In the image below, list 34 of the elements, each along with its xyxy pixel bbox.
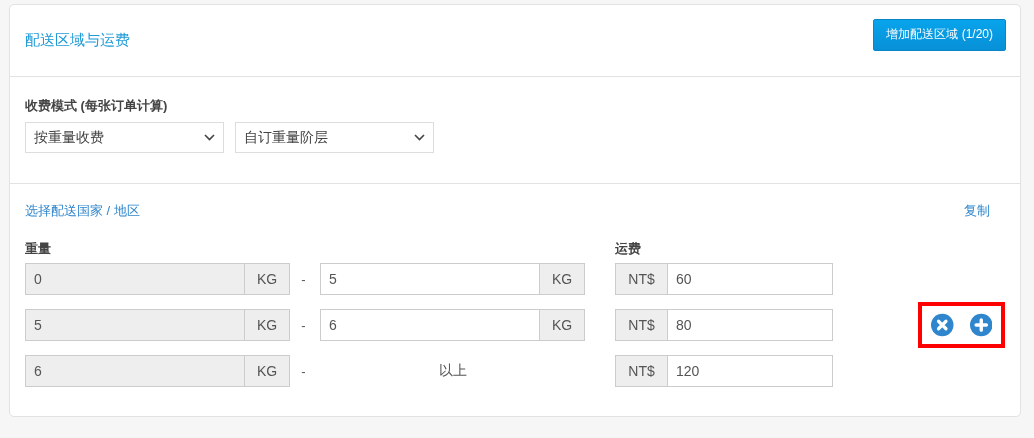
add-icon[interactable] — [969, 313, 992, 337]
column-header: 运费 — [615, 240, 642, 258]
copy-link[interactable]: 复制 — [964, 202, 990, 220]
unit-label: KG — [540, 309, 585, 341]
fee-mode-label: 收费模式 (每张订单计算) — [25, 97, 169, 115]
readonly-field: 6 — [25, 355, 245, 387]
unit-label: KG — [245, 309, 290, 341]
currency-label: NT$ — [615, 355, 667, 387]
readonly-field: 5 — [25, 309, 245, 341]
readonly-field: 0 — [25, 263, 245, 295]
dash-text: - — [300, 317, 307, 333]
region-link[interactable]: 选择配送国家 / 地区 — [25, 202, 140, 220]
dropdown-value: 按重量收费 — [34, 128, 104, 147]
column-header: 重量 — [25, 240, 52, 258]
input-field[interactable]: 60 — [667, 263, 833, 295]
input-field[interactable]: 80 — [667, 309, 833, 341]
dash-text: - — [300, 271, 307, 287]
section-title: 配送区域与运费 — [25, 31, 130, 50]
unit-label: KG — [245, 355, 290, 387]
remove-icon[interactable] — [931, 313, 954, 337]
dash-text: - — [300, 363, 307, 379]
input-field[interactable]: 6 — [320, 309, 540, 341]
input-field[interactable]: 120 — [667, 355, 833, 387]
currency-label: NT$ — [615, 309, 667, 341]
dropdown-value: 自订重量阶层 — [244, 128, 328, 147]
above-text: 以上 — [437, 362, 468, 380]
caret-icon — [414, 134, 425, 141]
unit-label: KG — [540, 263, 585, 295]
input-field[interactable]: 5 — [320, 263, 540, 295]
unit-label: KG — [245, 263, 290, 295]
dropdown[interactable]: 自订重量阶层 — [235, 122, 434, 153]
caret-icon — [204, 134, 215, 141]
dropdown[interactable]: 按重量收费 — [25, 122, 224, 153]
currency-label: NT$ — [615, 263, 667, 295]
